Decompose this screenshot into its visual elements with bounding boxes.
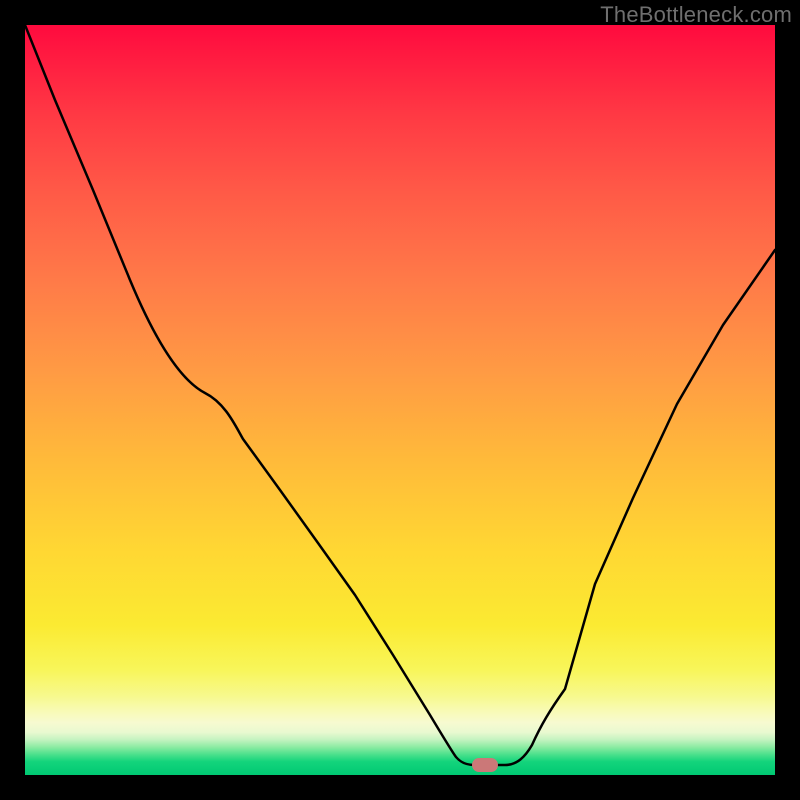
bottleneck-curve — [25, 25, 775, 775]
chart-stage: TheBottleneck.com — [0, 0, 800, 800]
optimal-point-marker — [472, 758, 498, 772]
plot-area — [25, 25, 775, 775]
curve-path — [25, 25, 775, 765]
watermark-text: TheBottleneck.com — [600, 2, 792, 28]
